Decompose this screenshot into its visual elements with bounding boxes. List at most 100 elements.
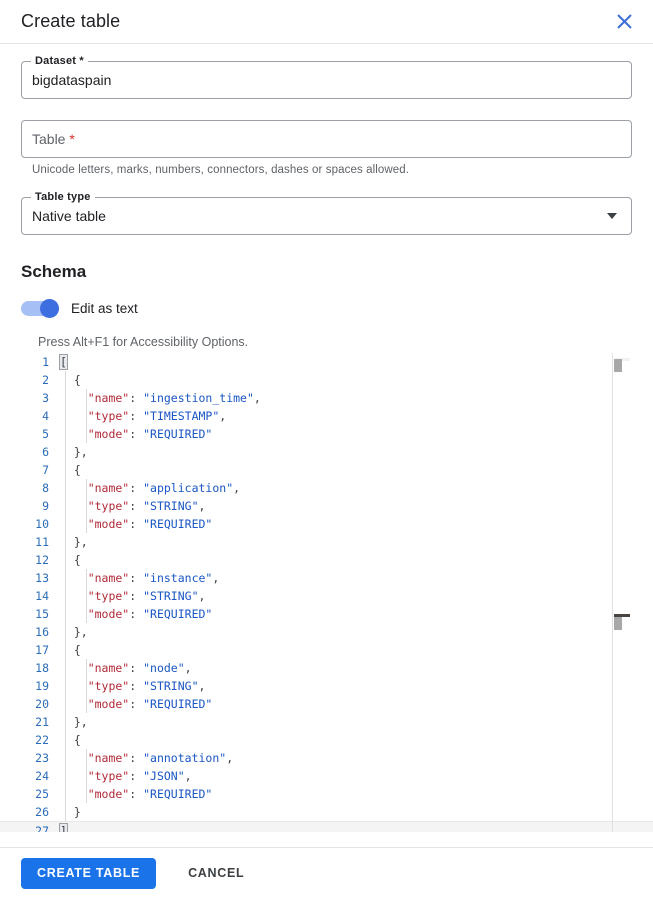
dataset-input[interactable]: Dataset * bigdataspain [21,55,632,99]
line-number: 4 [42,409,49,423]
code-text: "type": "STRING", [60,677,653,695]
code-line[interactable]: 3 "name": "ingestion_time", [0,389,653,407]
code-text: { [60,641,653,659]
code-line[interactable]: 8 "name": "application", [0,479,653,497]
editor-right-rule [612,353,613,832]
table-helper-text: Unicode letters, marks, numbers, connect… [32,164,410,176]
indent-guide [65,425,66,443]
close-icon [616,13,633,30]
line-number: 7 [42,463,49,477]
indent-guide [86,749,87,767]
code-token: "type" [60,679,130,693]
close-button[interactable] [611,9,637,35]
code-token: "REQUIRED" [143,787,213,801]
create-table-button[interactable]: CREATE TABLE [21,857,157,889]
code-token: "name" [60,481,130,495]
line-number: 2 [42,373,49,387]
code-text: "type": "STRING", [60,587,653,605]
code-text: "name": "application", [60,479,653,497]
schema-code-editor[interactable]: 1[2 {3 "name": "ingestion_time", 4 "type"… [0,353,653,832]
code-token: "REQUIRED" [143,697,213,711]
table-input[interactable]: Table * [21,120,632,158]
code-line[interactable]: 7 { [0,461,653,479]
code-line[interactable]: 16 }, [0,623,653,641]
line-number: 8 [42,481,49,495]
dialog-body: Dataset * bigdataspain Table * Unicode l… [0,55,653,349]
code-text: "name": "node", [60,659,653,677]
code-line[interactable]: 11 }, [0,533,653,551]
line-number: 17 [35,643,49,657]
code-line[interactable]: 4 "type": "TIMESTAMP", [0,407,653,425]
code-token: , [184,769,192,783]
code-line[interactable]: 21 }, [0,713,653,731]
code-token: { [60,553,81,567]
code-token: "type" [60,589,130,603]
code-token: "name" [60,661,130,675]
code-line[interactable]: 20 "mode": "REQUIRED" [0,695,653,713]
code-text: "type": "STRING", [60,497,653,515]
code-cursor: [ [59,354,68,370]
code-line[interactable]: 17 { [0,641,653,659]
code-line[interactable]: 26 } [0,803,653,821]
code-line[interactable]: 2 { [0,371,653,389]
indent-guide [65,587,66,605]
code-token: "node" [143,661,185,675]
code-line[interactable]: 6 }, [0,443,653,461]
code-token: , [198,679,206,693]
indent-guide [65,461,66,479]
table-type-field-wrap: Table type Native table ? [21,191,632,235]
code-cursor: ] [59,823,68,832]
cancel-button[interactable]: CANCEL [180,858,252,889]
code-token: , [226,751,234,765]
code-line[interactable]: 13 "name": "instance", [0,569,653,587]
code-token: "name" [60,391,130,405]
indent-guide [86,767,87,785]
code-line[interactable]: 27] [0,821,653,832]
code-token: { [60,373,81,387]
code-line[interactable]: 9 "type": "STRING", [0,497,653,515]
code-token: "mode" [60,697,130,711]
code-line[interactable]: 15 "mode": "REQUIRED" [0,605,653,623]
editor-scrollbar-thumb-top[interactable] [614,359,622,372]
line-number: 12 [35,553,49,567]
code-line[interactable]: 19 "type": "STRING", [0,677,653,695]
code-line[interactable]: 10 "mode": "REQUIRED" [0,515,653,533]
dataset-required-mark: * [79,55,84,67]
code-line[interactable]: 23 "name": "annotation", [0,749,653,767]
indent-guide [65,515,66,533]
editor-scrollbar-thumb[interactable] [614,617,622,630]
code-token: "name" [60,751,130,765]
code-line[interactable]: 1[ [0,353,653,371]
code-token: , [198,589,206,603]
line-number: 13 [35,571,49,585]
table-type-value: Native table [32,208,106,224]
code-text: "name": "annotation", [60,749,653,767]
code-text: "type": "JSON", [60,767,653,785]
indent-guide [65,569,66,587]
edit-as-text-toggle[interactable] [21,299,59,318]
indent-guide [65,659,66,677]
code-line[interactable]: 14 "type": "STRING", [0,587,653,605]
edit-as-text-row: Edit as text [21,299,632,318]
indent-guide [65,767,66,785]
line-number: 3 [42,391,49,405]
table-type-label: Table type [31,191,95,203]
code-line[interactable]: 24 "type": "JSON", [0,767,653,785]
dataset-field-wrap: Dataset * bigdataspain [21,55,632,99]
code-token: { [60,733,81,747]
line-number: 15 [35,607,49,621]
code-line[interactable]: 22 { [0,731,653,749]
table-type-select[interactable]: Table type Native table [21,191,632,235]
code-token: : [129,571,144,585]
indent-guide [65,785,66,803]
line-number: 11 [35,535,49,549]
line-number: 16 [35,625,49,639]
code-line[interactable]: 5 "mode": "REQUIRED" [0,425,653,443]
code-line[interactable]: 25 "mode": "REQUIRED" [0,785,653,803]
indent-guide [86,659,87,677]
chevron-down-icon[interactable] [607,213,617,219]
code-token: : [129,787,144,801]
code-line[interactable]: 12 { [0,551,653,569]
code-line[interactable]: 18 "name": "node", [0,659,653,677]
dialog-footer: CREATE TABLE CANCEL [0,847,653,898]
